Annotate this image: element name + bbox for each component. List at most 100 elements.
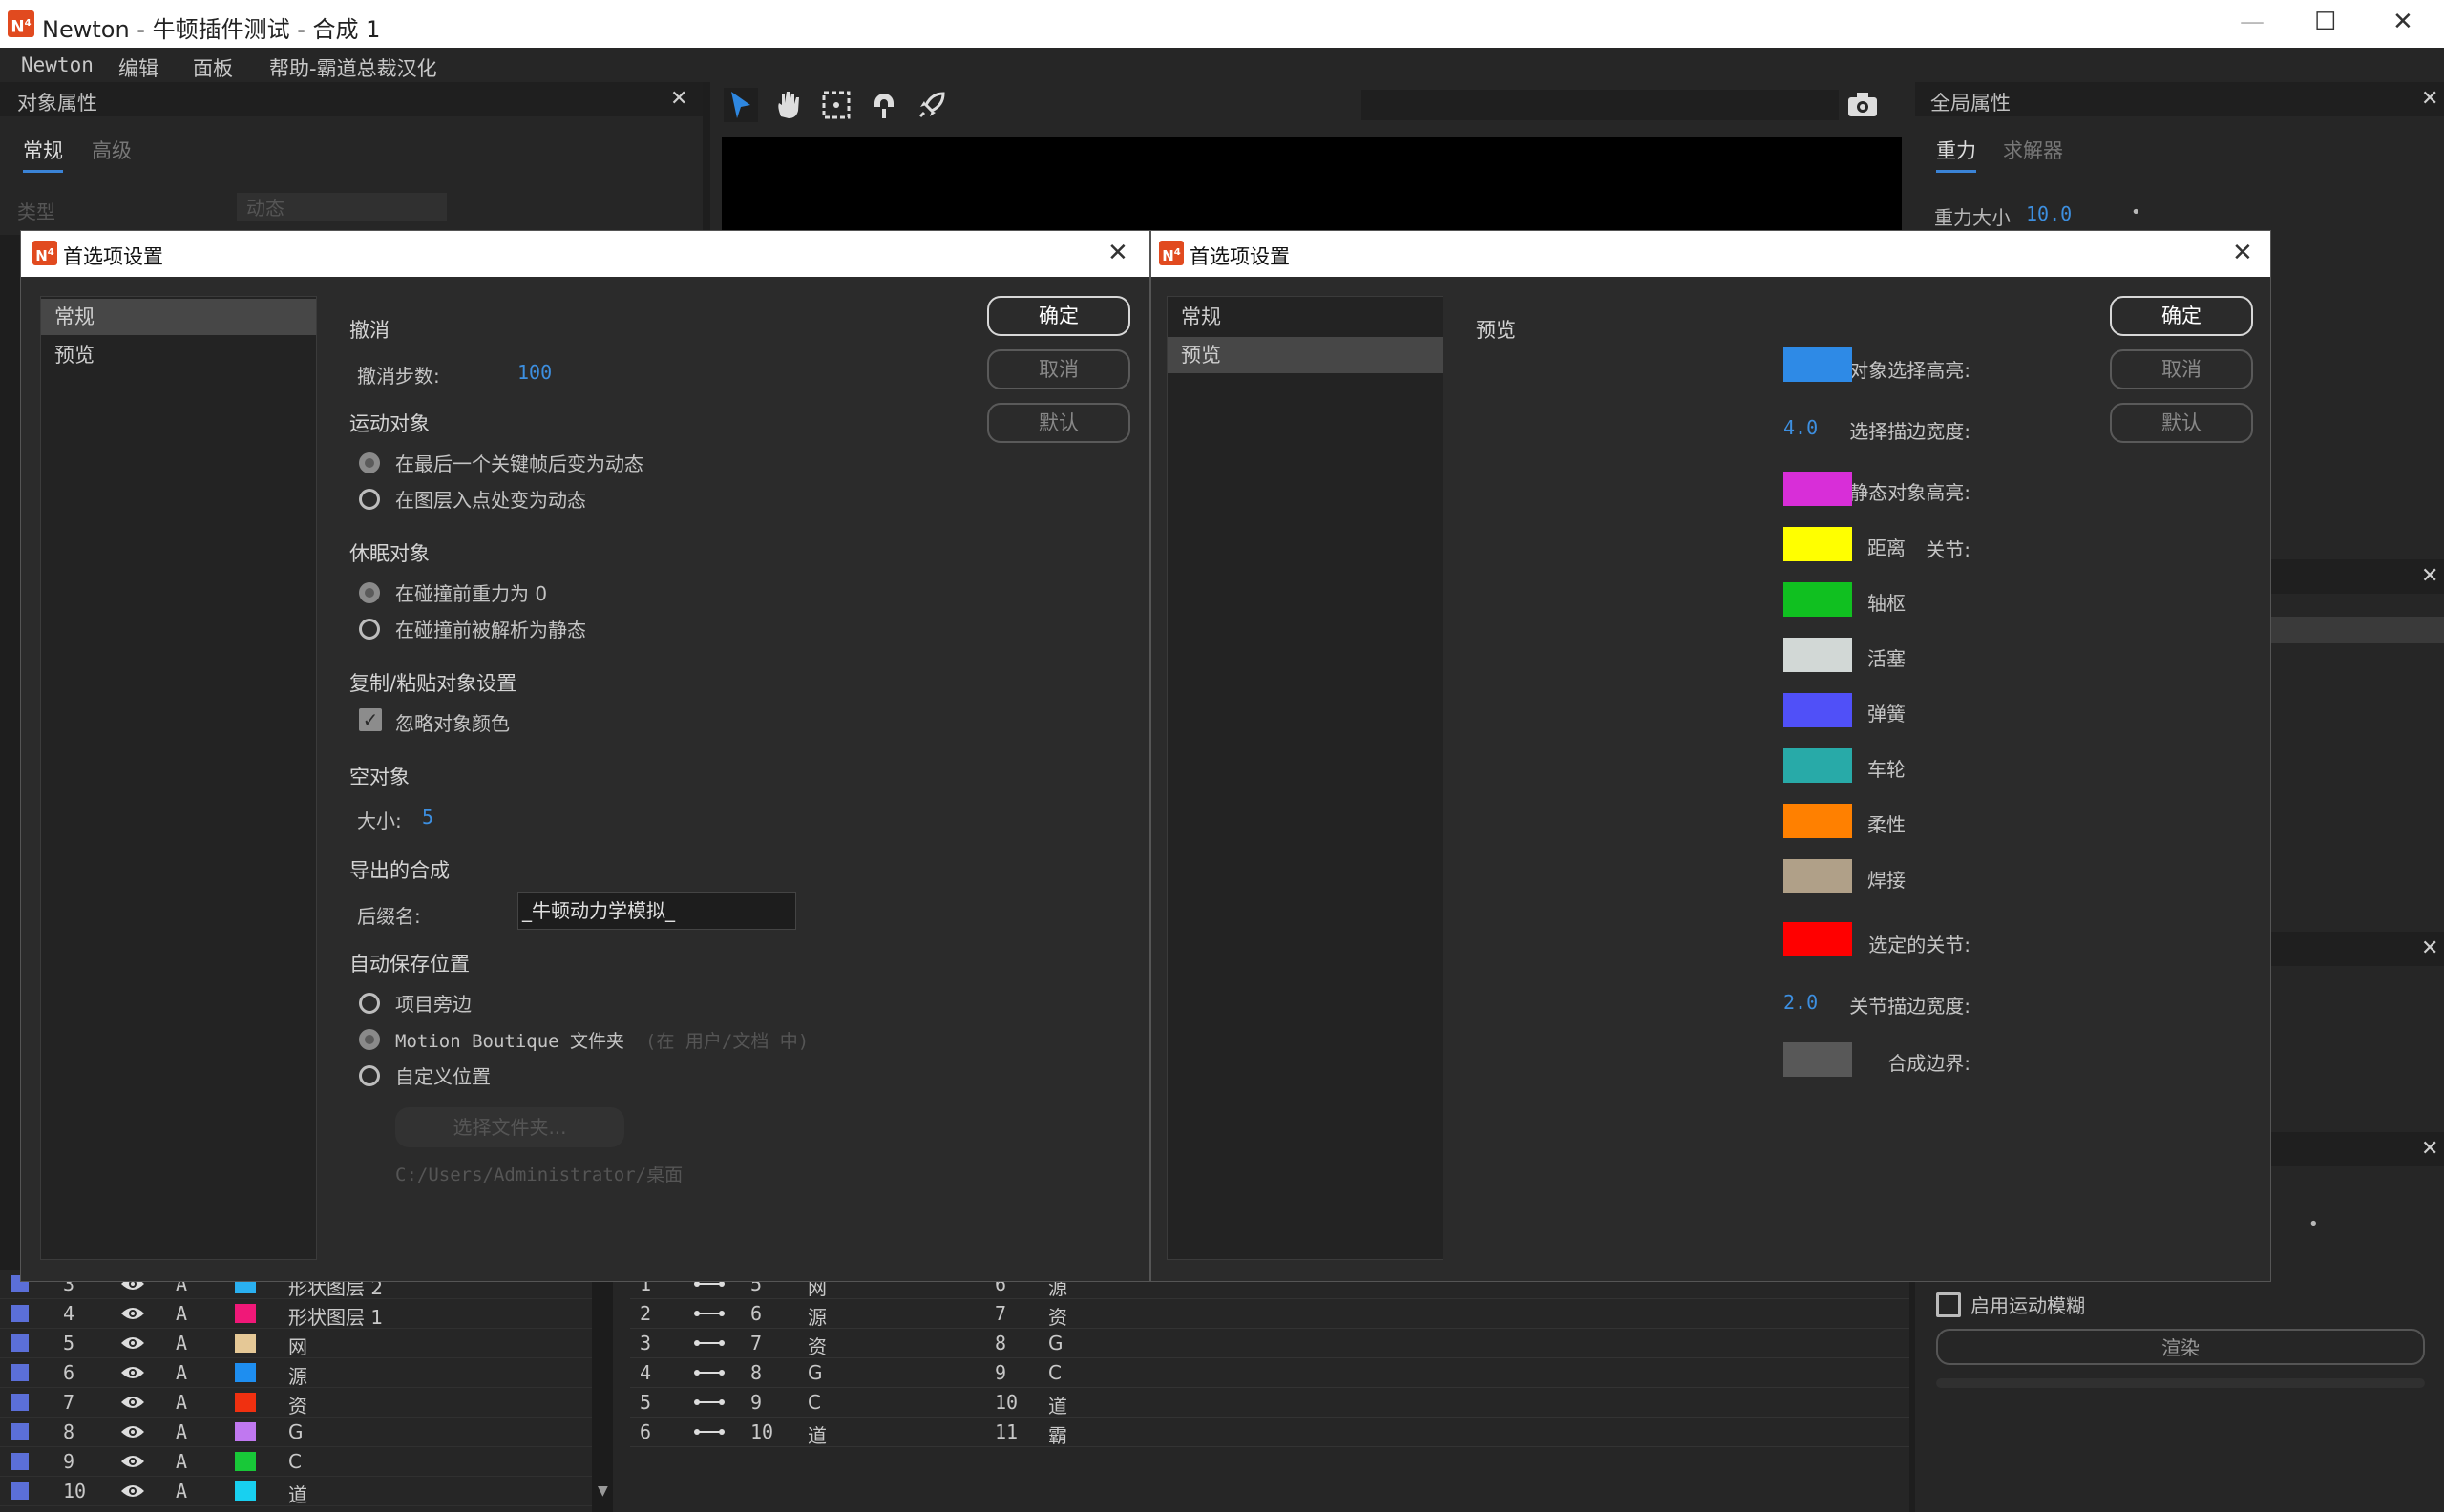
default-button[interactable]: 默认 — [2110, 403, 2253, 443]
layer-row[interactable]: 10 A 道 — [0, 1477, 592, 1506]
nav-general[interactable]: 常规 — [1168, 299, 1443, 335]
tab-gravity[interactable]: 重力 — [1936, 136, 1976, 173]
layer-label-color[interactable] — [11, 1305, 29, 1322]
nav-preview[interactable]: 预览 — [1168, 337, 1443, 373]
close-button[interactable]: ✕ — [2392, 8, 2413, 36]
layer-label-color[interactable] — [11, 1482, 29, 1500]
ok-button[interactable]: 确定 — [987, 296, 1130, 336]
layer-row[interactable]: 6 A 源 — [0, 1358, 592, 1388]
close-icon[interactable]: ✕ — [2421, 564, 2438, 588]
rocket-icon[interactable] — [915, 88, 949, 122]
joint-color-swatch[interactable] — [1783, 582, 1852, 617]
layer-row[interactable]: 9 A C — [0, 1447, 592, 1477]
tab-advanced[interactable]: 高级 — [92, 136, 132, 164]
menu-help[interactable]: 帮助-霸道总裁汉化 — [269, 53, 437, 82]
joint-color-swatch[interactable] — [1783, 748, 1852, 783]
nav-preview[interactable]: 预览 — [41, 337, 316, 373]
close-icon[interactable]: ✕ — [1107, 239, 1128, 267]
layer-color-swatch[interactable] — [235, 1481, 256, 1501]
eye-icon[interactable] — [120, 1394, 145, 1411]
layer-label-color[interactable] — [11, 1394, 29, 1411]
radio-gravity-zero[interactable] — [359, 582, 380, 603]
radio-next-to-project[interactable] — [359, 993, 380, 1014]
menu-newton[interactable]: Newton — [21, 53, 94, 76]
minimize-button[interactable]: — — [2240, 8, 2265, 36]
menu-panel[interactable]: 面板 — [193, 53, 233, 82]
ok-button[interactable]: 确定 — [2110, 296, 2253, 336]
comp-border-swatch[interactable] — [1783, 1042, 1852, 1077]
choose-folder-button[interactable]: 选择文件夹... — [395, 1107, 624, 1147]
cancel-button[interactable]: 取消 — [2110, 349, 2253, 389]
joint-row[interactable]: 2 6 源 7 资 — [630, 1299, 1909, 1329]
scroll-down-icon[interactable]: ▼ — [598, 1483, 608, 1499]
null-size-value[interactable]: 5 — [422, 806, 433, 829]
layer-row[interactable]: 8 A G — [0, 1418, 592, 1447]
joint-color-swatch[interactable] — [1783, 638, 1852, 672]
hand-icon[interactable] — [771, 88, 806, 122]
joint-color-swatch[interactable] — [1783, 527, 1852, 561]
layer-color-swatch[interactable] — [235, 1393, 256, 1412]
joint-row[interactable]: 6 10 道 11 霸 — [630, 1418, 1909, 1447]
eye-icon[interactable] — [120, 1482, 145, 1500]
joint-row[interactable]: 4 8 G 9 C — [630, 1358, 1909, 1388]
composition-viewport[interactable] — [722, 137, 1902, 235]
maximize-button[interactable]: ☐ — [2314, 8, 2336, 36]
layer-color-swatch[interactable] — [235, 1422, 256, 1441]
layer-label-color[interactable] — [11, 1423, 29, 1440]
ignore-color-checkbox[interactable]: ✓ — [359, 708, 382, 731]
joint-color-swatch[interactable] — [1783, 693, 1852, 727]
tab-solver[interactable]: 求解器 — [2003, 136, 2063, 164]
joint-color-swatch[interactable] — [1783, 859, 1852, 893]
type-dropdown[interactable]: 动态 — [237, 193, 447, 221]
layer-color-swatch[interactable] — [235, 1334, 256, 1353]
nav-general[interactable]: 常规 — [41, 299, 316, 335]
layer-label-color[interactable] — [11, 1453, 29, 1470]
magnet-icon[interactable] — [867, 88, 901, 122]
radio-layer-in[interactable] — [359, 489, 380, 510]
joint-row[interactable]: 5 9 C 10 道 — [630, 1388, 1909, 1418]
layer-row[interactable]: 7 A 资 — [0, 1388, 592, 1418]
joint-color-swatch[interactable] — [1783, 804, 1852, 838]
joint-row[interactable]: 3 7 资 8 G — [630, 1329, 1909, 1358]
undo-steps-value[interactable]: 100 — [517, 361, 552, 384]
layer-color-swatch[interactable] — [235, 1452, 256, 1471]
menu-edit[interactable]: 编辑 — [118, 53, 158, 82]
select-arrow-icon[interactable] — [724, 88, 758, 122]
layer-label-color[interactable] — [11, 1334, 29, 1352]
eye-icon[interactable] — [120, 1305, 145, 1322]
layer-label-color[interactable] — [11, 1364, 29, 1381]
sel-highlight-swatch[interactable] — [1783, 347, 1852, 382]
close-icon[interactable]: ✕ — [2421, 87, 2438, 111]
radio-mb-folder[interactable] — [359, 1029, 380, 1050]
close-icon[interactable]: ✕ — [2232, 239, 2253, 267]
default-button[interactable]: 默认 — [987, 403, 1130, 443]
cancel-button[interactable]: 取消 — [987, 349, 1130, 389]
selected-joint-swatch[interactable] — [1783, 922, 1852, 956]
radio-last-keyframe[interactable] — [359, 452, 380, 473]
close-icon[interactable]: ✕ — [2421, 1137, 2438, 1161]
tab-general[interactable]: 常规 — [23, 136, 63, 173]
layer-row[interactable]: 4 A 形状图层 1 — [0, 1299, 592, 1329]
close-icon[interactable]: ✕ — [670, 87, 687, 111]
timeline-field[interactable] — [1361, 90, 1839, 120]
close-icon[interactable]: ✕ — [2421, 936, 2438, 960]
eye-icon[interactable] — [120, 1364, 145, 1381]
radio-custom[interactable] — [359, 1065, 380, 1086]
layer-color-swatch[interactable] — [235, 1363, 256, 1382]
radio-static[interactable] — [359, 619, 380, 640]
layer-row[interactable]: 5 A 网 — [0, 1329, 592, 1358]
eye-icon[interactable] — [120, 1423, 145, 1440]
scrollbar[interactable] — [592, 1270, 613, 1512]
static-highlight-swatch[interactable] — [1783, 472, 1852, 506]
gravity-value[interactable]: 10.0 — [2026, 202, 2072, 225]
suffix-input[interactable]: _牛顿动力学模拟_ — [517, 892, 796, 930]
marquee-icon[interactable] — [819, 88, 853, 122]
render-button[interactable]: 渲染 — [1936, 1329, 2425, 1365]
eye-icon[interactable] — [120, 1334, 145, 1352]
layer-color-swatch[interactable] — [235, 1304, 256, 1323]
motion-blur-checkbox[interactable] — [1936, 1292, 1961, 1317]
joint-stroke-value[interactable]: 2.0 — [1783, 991, 1818, 1014]
eye-icon[interactable] — [120, 1453, 145, 1470]
camera-icon[interactable] — [1846, 90, 1879, 118]
sel-stroke-value[interactable]: 4.0 — [1783, 416, 1818, 439]
